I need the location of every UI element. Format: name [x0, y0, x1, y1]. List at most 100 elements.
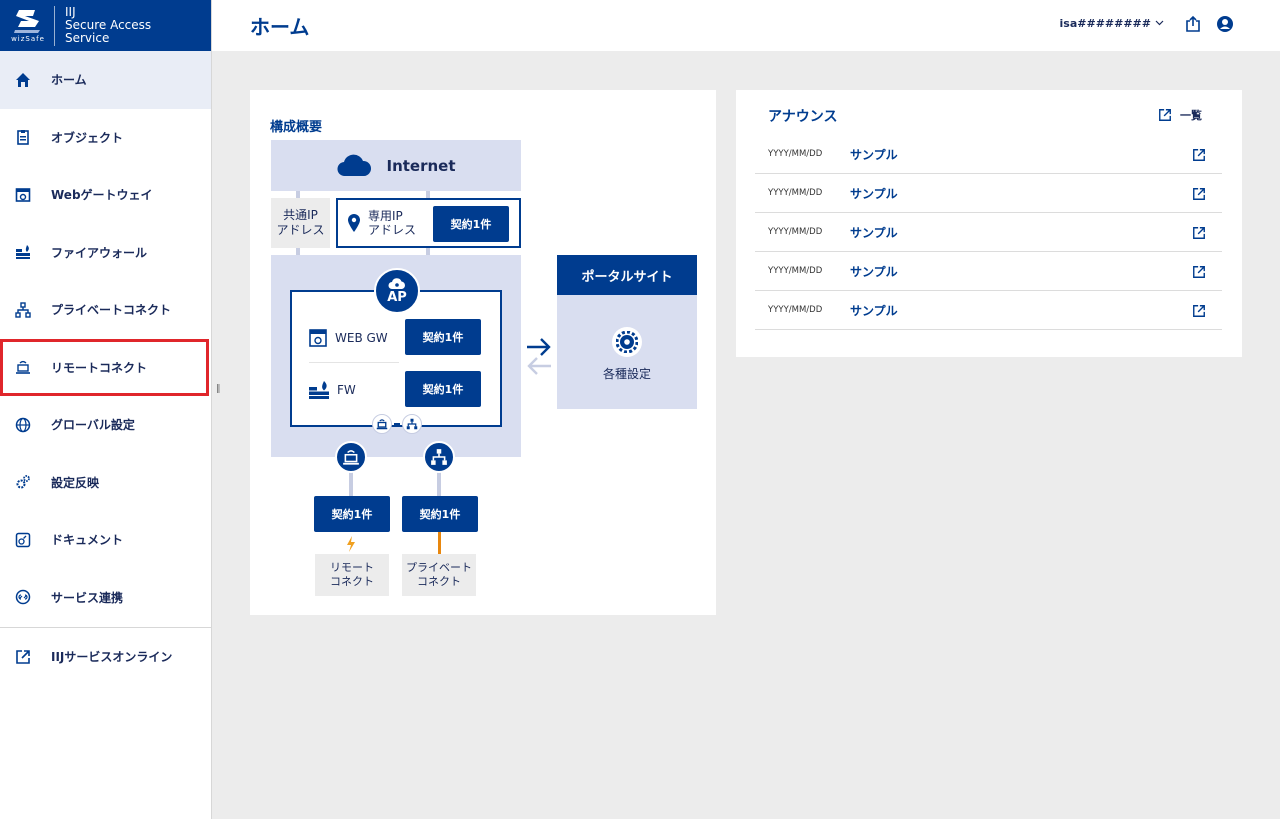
dedicated-ip-contract-button[interactable]: 契約1件	[433, 206, 509, 242]
user-menu[interactable]: isa########	[1060, 17, 1164, 30]
row-divider	[309, 362, 399, 363]
user-id: isa########	[1059, 17, 1151, 30]
announcement-date: YYYY/MM/DD	[768, 227, 823, 237]
external-link-icon[interactable]	[1192, 225, 1206, 244]
remote-connect-icon	[372, 414, 392, 434]
sidebar-item-documents[interactable]: ドキュメント	[0, 511, 211, 569]
clipboard-icon	[14, 128, 32, 146]
external-link-icon	[14, 648, 32, 666]
dedicated-ip-block: 専用IP アドレス 契約1件	[336, 198, 521, 248]
public-ip-label-line2: アドレス	[276, 223, 325, 237]
sidebar-item-remote-connect[interactable]: リモートコネクト	[0, 338, 209, 396]
list-item[interactable]: YYYY/MM/DD サンプル	[755, 213, 1222, 252]
sidebar-item-iij-service-online[interactable]: IIJサービスオンライン	[0, 628, 211, 686]
sidebar-collapse-handle[interactable]: ‖	[216, 384, 221, 394]
dash-separator	[394, 423, 400, 425]
remote-connect-label-line1: リモート	[330, 561, 374, 574]
remote-connect-icon	[335, 441, 367, 473]
sidebar-item-objects[interactable]: オブジェクト	[0, 109, 211, 167]
public-ip-block: 共通IP アドレス	[271, 198, 330, 248]
view-all-link[interactable]: 一覧	[1158, 107, 1202, 123]
location-pin-icon	[348, 214, 360, 232]
list-item[interactable]: YYYY/MM/DD サンプル	[755, 174, 1222, 213]
sidebar-item-web-gateway[interactable]: Webゲートウェイ	[0, 166, 211, 224]
announcement-title[interactable]: サンプル	[850, 263, 898, 280]
wizsafe-logo: wizSafe	[8, 5, 48, 47]
dedicated-ip-label-line1: 専用IP	[368, 209, 403, 223]
sidebar-item-label: ドキュメント	[51, 533, 124, 548]
gears-icon	[14, 473, 32, 491]
announcements-card: アナウンス 一覧 YYYY/MM/DD サンプル YYYY/MM/DD サンプル…	[736, 90, 1242, 357]
document-icon	[14, 531, 32, 549]
remote-connect-label-line2: コネクト	[330, 575, 374, 588]
remote-connect-icon	[14, 358, 32, 376]
network-icon	[402, 414, 422, 434]
page-title: ホーム	[250, 15, 310, 39]
sidebar-item-label: ファイアウォール	[51, 245, 148, 260]
globe-icon	[14, 416, 32, 434]
internet-label: Internet	[386, 156, 456, 175]
sidebar-item-firewall[interactable]: ファイアウォール	[0, 224, 211, 282]
share-icon[interactable]	[1184, 15, 1204, 35]
sidebar-item-service-integration[interactable]: サービス連携	[0, 569, 211, 627]
announcement-date: YYYY/MM/DD	[768, 266, 823, 276]
private-line	[438, 532, 441, 554]
sync-arrows-icon	[527, 338, 551, 375]
web-gateway-icon	[14, 186, 32, 204]
sidebar-item-global-settings[interactable]: グローバル設定	[0, 396, 211, 454]
fw-row: FW 契約1件	[309, 371, 489, 409]
announcement-title[interactable]: サンプル	[850, 146, 898, 163]
sidebar-item-label: プライベートコネクト	[51, 303, 172, 318]
sidebar-item-apply-settings[interactable]: 設定反映	[0, 454, 211, 512]
announcement-title[interactable]: サンプル	[850, 224, 898, 241]
portal-settings-label: 各種設定	[602, 367, 651, 381]
sidebar-item-label: Webゲートウェイ	[51, 188, 153, 203]
brand-header[interactable]: wizSafe IIJ Secure Access Service	[0, 0, 211, 51]
network-icon	[14, 301, 32, 319]
external-link-icon[interactable]	[1192, 303, 1206, 322]
product-name: IIJ Secure Access Service	[65, 6, 151, 45]
connector-line	[426, 248, 430, 255]
external-link-icon[interactable]	[1192, 186, 1206, 205]
sidebar-item-private-connect[interactable]: プライベートコネクト	[0, 281, 211, 339]
connector-line	[426, 191, 430, 198]
link-icon	[14, 588, 32, 606]
portal-site-block[interactable]: ポータルサイト 各種設定	[557, 255, 697, 409]
brand-divider	[54, 5, 55, 46]
sidebar-item-label: ホーム	[51, 73, 87, 88]
announcement-date: YYYY/MM/DD	[768, 188, 823, 198]
firewall-icon	[309, 381, 329, 399]
web-gw-label: WEB GW	[335, 331, 388, 345]
external-link-icon[interactable]	[1192, 264, 1206, 283]
sidebar-item-label: グローバル設定	[51, 418, 135, 433]
announcement-title[interactable]: サンプル	[850, 302, 898, 319]
announcements-title: アナウンス	[768, 109, 838, 125]
lightning-icon	[347, 536, 355, 552]
chevron-down-icon	[1155, 19, 1164, 29]
sidebar: wizSafe IIJ Secure Access Service ホーム オブ…	[0, 0, 212, 819]
sidebar-nav: ホーム オブジェクト Webゲートウェイ ファイアウォール プライベートコネクト	[0, 51, 211, 686]
announcement-title[interactable]: サンプル	[850, 185, 898, 202]
product-name-line3: Service	[65, 31, 110, 45]
sidebar-item-home[interactable]: ホーム	[0, 51, 211, 109]
list-item[interactable]: YYYY/MM/DD サンプル	[755, 252, 1222, 291]
list-item[interactable]: YYYY/MM/DD サンプル	[755, 291, 1222, 330]
view-all-label: 一覧	[1180, 109, 1202, 122]
web-gateway-icon	[309, 329, 327, 347]
ap-label: AP	[387, 289, 407, 305]
internet-block: Internet	[271, 140, 521, 191]
connector-line	[296, 191, 300, 198]
fw-contract-button[interactable]: 契約1件	[405, 371, 481, 407]
private-connect-contract-button[interactable]: 契約1件	[402, 496, 478, 532]
remote-connect-contract-button[interactable]: 契約1件	[314, 496, 390, 532]
web-gw-contract-button[interactable]: 契約1件	[405, 319, 481, 355]
account-icon[interactable]	[1216, 15, 1236, 35]
fw-label: FW	[337, 383, 356, 397]
dedicated-ip-label: 専用IP アドレス	[368, 209, 416, 237]
cloud-gear-icon	[388, 277, 405, 289]
cloud-icon	[337, 154, 372, 176]
announcement-date: YYYY/MM/DD	[768, 149, 823, 159]
list-item[interactable]: YYYY/MM/DD サンプル	[755, 135, 1222, 174]
portal-site-title: ポータルサイト	[557, 255, 697, 295]
external-link-icon[interactable]	[1192, 147, 1206, 166]
